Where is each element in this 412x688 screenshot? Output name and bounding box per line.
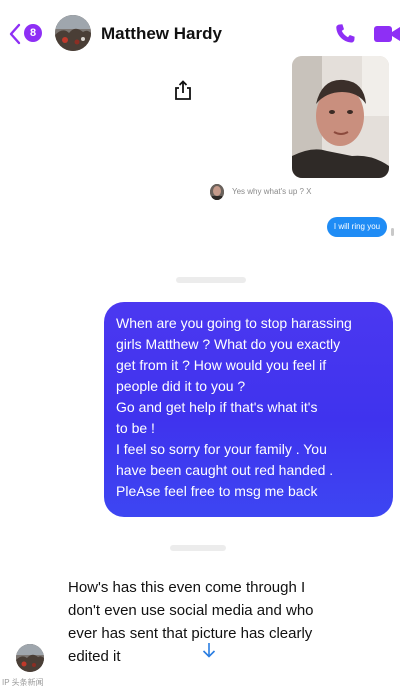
incoming-message[interactable]: How's has this even come through I don't… bbox=[68, 576, 368, 668]
contact-avatar[interactable] bbox=[55, 15, 91, 51]
message-line: edited it bbox=[68, 648, 121, 665]
arrow-down-icon[interactable] bbox=[200, 641, 218, 659]
reply-preview: Yes why what's up ? X bbox=[210, 184, 400, 202]
chevron-left-icon bbox=[9, 23, 21, 45]
share-icon[interactable] bbox=[172, 79, 194, 101]
avatar-photo bbox=[55, 15, 91, 51]
chat-header: 8 Matthew Hardy bbox=[0, 0, 412, 64]
message-line: PleAse feel free to msg me back bbox=[116, 483, 318, 499]
message-line: don't even use social media and who bbox=[68, 602, 314, 619]
reply-avatar bbox=[210, 184, 224, 200]
unread-count-badge: 8 bbox=[24, 24, 42, 42]
back-button[interactable]: 8 bbox=[8, 22, 44, 46]
message-line: to be ! bbox=[116, 420, 155, 436]
sender-avatar[interactable] bbox=[16, 644, 44, 672]
faint-timestamp bbox=[170, 545, 226, 551]
selfie-photo bbox=[292, 56, 389, 178]
message-line: When are you going to stop harassing bbox=[116, 315, 352, 331]
message-line: have been caught out red handed . bbox=[116, 462, 334, 478]
photo-message[interactable] bbox=[292, 56, 389, 178]
watermark: IP 头条新闻 bbox=[2, 678, 44, 687]
phone-icon[interactable] bbox=[333, 22, 357, 46]
read-receipt bbox=[391, 228, 394, 236]
message-line: How's has this even come through I bbox=[68, 579, 306, 596]
message-line: Go and get help if that's what it's bbox=[116, 399, 318, 415]
message-line: I feel so sorry for your family . You bbox=[116, 441, 327, 457]
message-line: ever has sent that picture has clearly bbox=[68, 625, 313, 642]
message-line: girls Matthew ? What do you exactly bbox=[116, 336, 341, 352]
outgoing-message-long[interactable]: When are you going to stop harassing gir… bbox=[104, 302, 393, 517]
message-line: get from it ? How would you feel if bbox=[116, 357, 327, 373]
reply-preview-text: Yes why what's up ? X bbox=[232, 187, 312, 196]
video-camera-icon[interactable] bbox=[373, 24, 401, 44]
outgoing-message-short[interactable]: I will ring you bbox=[327, 217, 387, 237]
contact-name[interactable]: Matthew Hardy bbox=[101, 24, 222, 44]
faint-timestamp bbox=[176, 277, 246, 283]
message-line: people did it to you ? bbox=[116, 378, 246, 394]
